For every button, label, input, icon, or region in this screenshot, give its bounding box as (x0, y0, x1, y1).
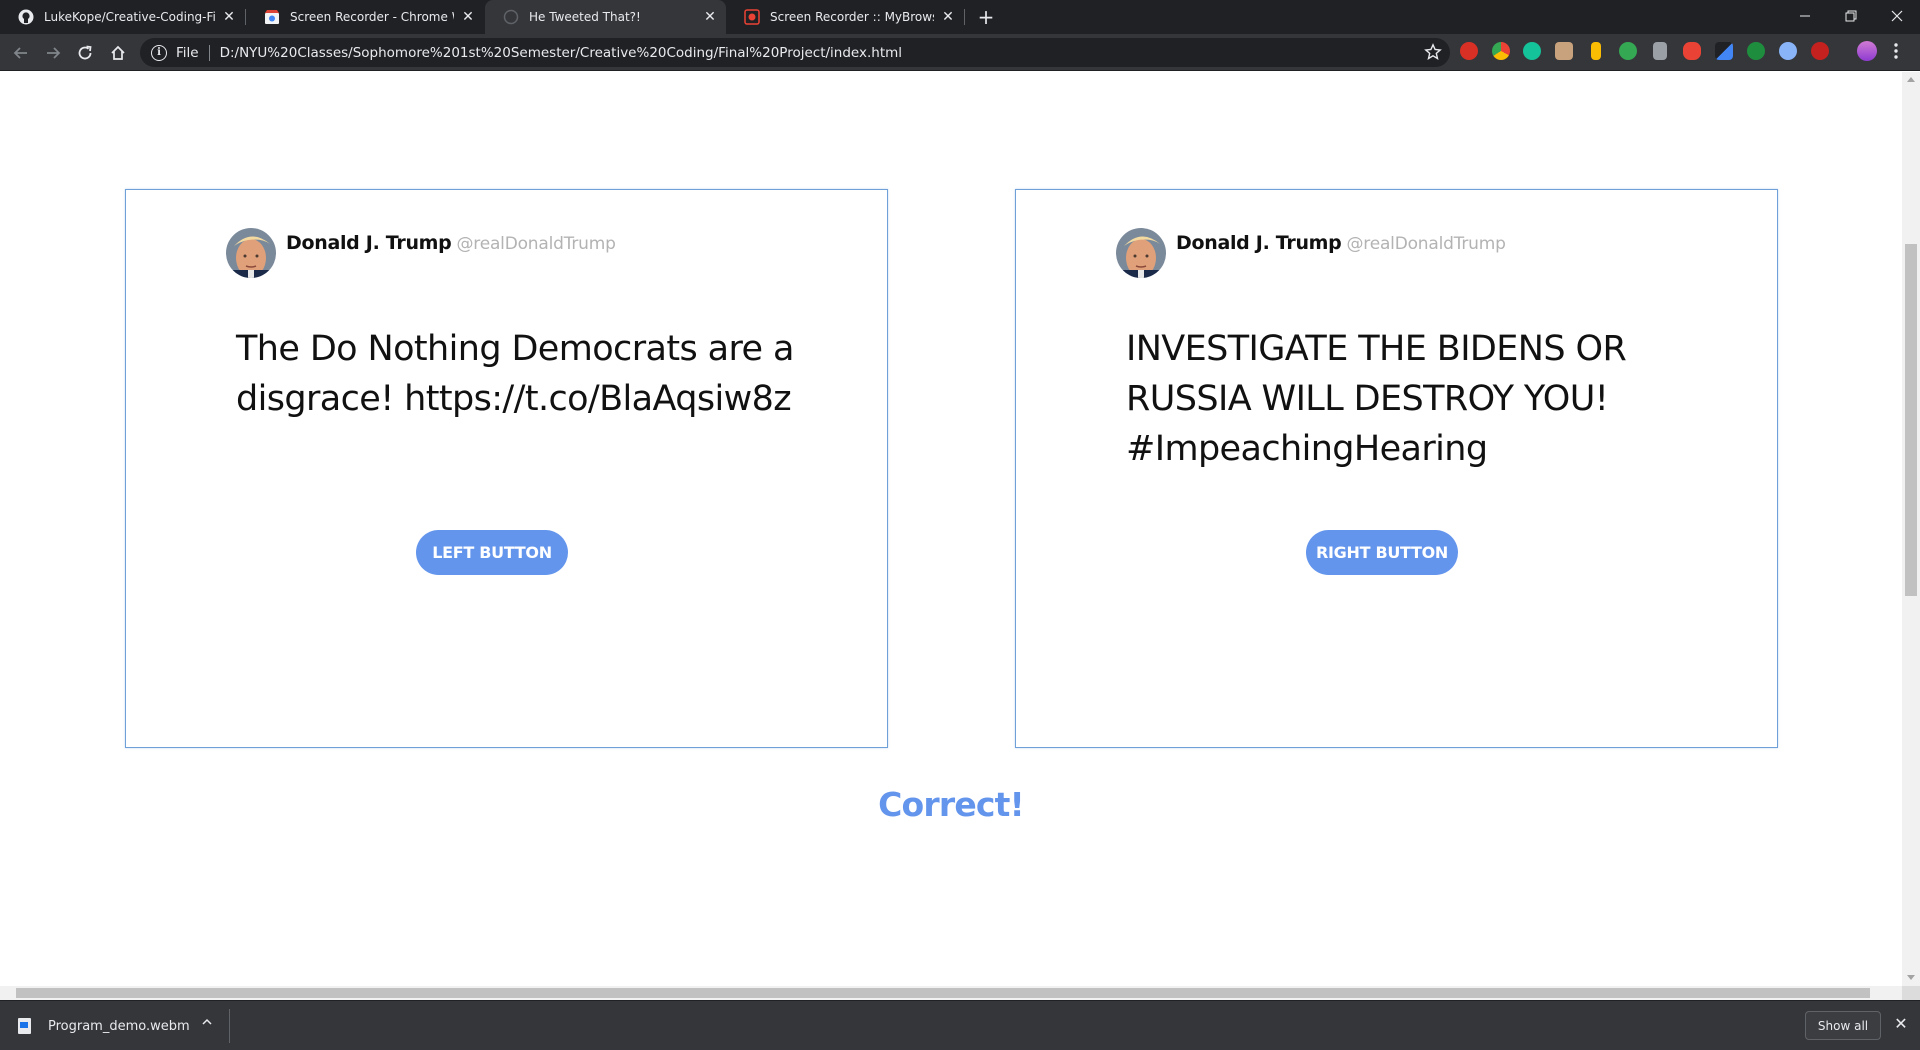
profile-avatar-icon[interactable] (1857, 41, 1877, 61)
scheme-label: File (176, 44, 199, 61)
reload-button[interactable] (72, 40, 98, 66)
home-button[interactable] (105, 40, 131, 66)
screen-recorder-icon (744, 9, 760, 25)
bookmark-star-icon[interactable] (1424, 43, 1442, 61)
restore-button[interactable] (1828, 0, 1874, 32)
tab-he-tweeted-that[interactable]: He Tweeted That?! ✕ (485, 0, 726, 34)
tab-close-icon[interactable]: ✕ (940, 9, 956, 25)
tab-separator (964, 9, 965, 25)
reload-icon (78, 45, 92, 60)
file-icon (18, 1018, 31, 1034)
blank-page-icon (503, 9, 519, 25)
owl-icon[interactable] (1779, 42, 1797, 60)
pdf-icon[interactable] (1653, 42, 1667, 60)
tab-chrome-web-store[interactable]: Screen Recorder - Chrome Web Store ✕ (246, 0, 484, 34)
bookmark-yellow-icon[interactable] (1591, 42, 1601, 60)
site-info-icon[interactable]: i (151, 44, 167, 61)
download-item[interactable]: Program_demo.webm (18, 1011, 190, 1041)
tweet-text: The Do Nothing Democrats are a disgrace!… (236, 329, 794, 419)
user-name: Donald J. Trump @realDonaldTrump (286, 232, 616, 254)
tab-screen-recorder[interactable]: Screen Recorder :: MyBrowserAddon ✕ (726, 0, 964, 34)
download-bar: Program_demo.webm Show all ✕ (0, 1000, 1920, 1050)
address-divider (208, 44, 210, 61)
user-name-text: Donald J. Trump (1176, 232, 1342, 254)
user-handle: @realDonaldTrump (1346, 234, 1506, 254)
avatar (1116, 228, 1166, 278)
new-tab-button[interactable]: + (974, 6, 998, 30)
github-icon (18, 9, 34, 25)
back-button[interactable] (8, 40, 34, 66)
avatar (226, 228, 276, 278)
tab-github[interactable]: LukeKope/Creative-Coding-Final ✕ (0, 0, 245, 34)
back-arrow-icon (13, 47, 27, 59)
home-icon (111, 45, 125, 60)
tab-title: He Tweeted That?! (529, 10, 641, 24)
page-viewport: Donald J. Trump @realDonaldTrump The Do N… (0, 72, 1902, 986)
menu-kebab-icon[interactable] (1894, 42, 1898, 60)
vertical-scroll-thumb[interactable] (1905, 244, 1917, 596)
tweet-card-left: Donald J. Trump @realDonaldTrump The Do N… (125, 189, 888, 748)
green-badge-icon[interactable] (1619, 42, 1637, 60)
green-circle-icon[interactable] (1747, 42, 1765, 60)
close-icon[interactable]: ✕ (1892, 1015, 1910, 1033)
pixel-face-icon[interactable] (1555, 42, 1573, 60)
chrome-color-icon[interactable] (1492, 42, 1510, 60)
record-icon[interactable] (1811, 42, 1829, 60)
tab-title: Screen Recorder :: MyBrowserAddon (770, 10, 934, 24)
tab-title: LukeKope/Creative-Coding-Final (44, 10, 215, 24)
vertical-scrollbar[interactable] (1902, 72, 1920, 986)
restore-icon (1845, 10, 1857, 22)
tweet-card-right: Donald J. Trump @realDonaldTrump INVESTIG… (1015, 189, 1778, 748)
result-message: Correct! (878, 785, 1025, 824)
left-button[interactable]: LEFT BUTTON (416, 530, 568, 575)
adblock-icon[interactable] (1460, 42, 1478, 60)
download-file-name: Program_demo.webm (48, 1018, 190, 1034)
grammarly-icon[interactable] (1523, 42, 1541, 60)
forward-arrow-icon (47, 47, 61, 59)
tab-close-icon[interactable]: ✕ (460, 9, 476, 25)
tab-title: Screen Recorder - Chrome Web Store (290, 10, 454, 24)
scrollbar-corner (1902, 986, 1920, 1000)
scroll-down-arrow-icon[interactable] (1907, 975, 1915, 980)
url-text[interactable]: D:/NYU%20Classes/Sophomore%201st%20Semes… (220, 45, 902, 61)
eyedropper-icon[interactable] (1715, 42, 1733, 60)
horizontal-scroll-thumb[interactable] (16, 988, 1870, 998)
stop-hand-icon[interactable] (1683, 42, 1701, 60)
scroll-up-arrow-icon[interactable] (1907, 77, 1915, 82)
user-name: Donald J. Trump @realDonaldTrump (1176, 232, 1506, 254)
tab-close-icon[interactable]: ✕ (221, 9, 237, 25)
close-window-button[interactable] (1874, 0, 1920, 32)
close-icon (1891, 10, 1903, 22)
minimize-button[interactable] (1782, 0, 1828, 32)
chrome-web-store-icon (264, 9, 280, 25)
minimize-icon (1800, 15, 1810, 17)
address-bar[interactable]: i File D:/NYU%20Classes/Sophomore%201st%… (140, 38, 1450, 67)
tweet-text: INVESTIGATE THE BIDENS OR RUSSIA WILL DE… (1126, 329, 1627, 469)
chevron-up-icon[interactable] (198, 1015, 216, 1033)
tab-strip: LukeKope/Creative-Coding-Final ✕ Screen … (0, 0, 1920, 34)
user-handle: @realDonaldTrump (456, 234, 616, 254)
right-button[interactable]: RIGHT BUTTON (1306, 530, 1458, 575)
tab-close-icon[interactable]: ✕ (702, 9, 718, 25)
horizontal-scrollbar[interactable] (0, 986, 1902, 1000)
download-divider (229, 1009, 230, 1043)
forward-button[interactable] (40, 40, 66, 66)
show-all-button[interactable]: Show all (1805, 1011, 1881, 1040)
user-name-text: Donald J. Trump (286, 232, 452, 254)
